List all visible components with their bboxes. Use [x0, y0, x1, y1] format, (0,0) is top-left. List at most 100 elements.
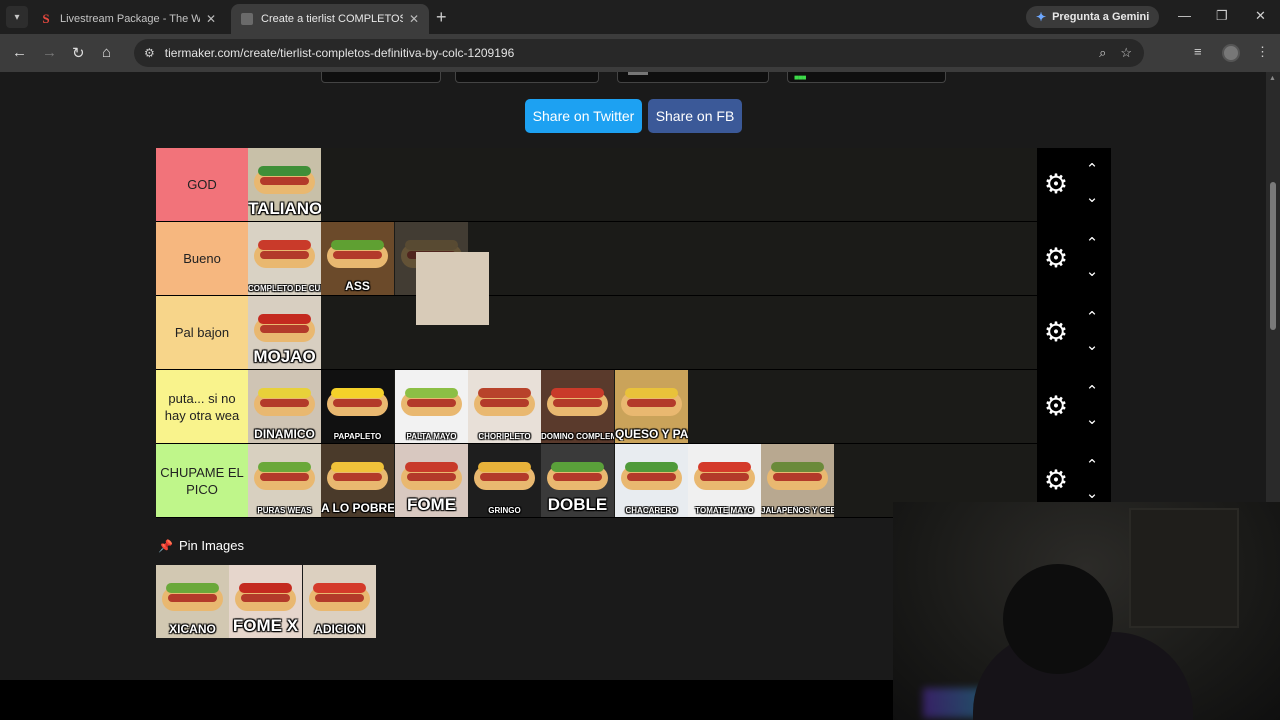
topping-shape — [551, 462, 604, 472]
gear-icon[interactable]: ⚙ — [1043, 393, 1069, 420]
tier-image-item[interactable]: PAPAPLETO — [321, 370, 394, 443]
tier-image-item[interactable]: PURAS WEAS — [248, 444, 321, 517]
site-info-icon[interactable]: ⚙ — [144, 46, 155, 60]
webcam-person-head — [1003, 564, 1113, 674]
tier-image-item[interactable]: DOBLE — [541, 444, 614, 517]
tier-items-dropzone[interactable]: MOJAO — [248, 296, 1037, 369]
tier-image-item[interactable]: DOMINO COMPLEMILLO — [541, 370, 614, 443]
gemini-sparkle-icon: ✦ — [1036, 10, 1047, 24]
chevron-up-icon[interactable]: ⌃ — [1084, 162, 1100, 177]
close-tab-icon[interactable]: ✕ — [206, 12, 216, 26]
tier-items-dropzone[interactable]: COMPLETO DE CUMPLEAÑOS ASS — [248, 222, 1037, 295]
option-button-stub[interactable]: ■■■ — [787, 72, 946, 83]
home-button[interactable]: ⌂ — [102, 44, 111, 61]
profile-avatar[interactable] — [1222, 44, 1240, 62]
tier-image-item[interactable]: DINAMICO — [248, 370, 321, 443]
share-facebook-button[interactable]: Share on FB — [648, 99, 742, 133]
topping-shape — [405, 388, 458, 398]
tier-image-item[interactable]: TALIANO — [248, 148, 321, 221]
tier-items-dropzone[interactable]: DINAMICO PAPAPLETO PALTA MAYO CHORIPLETO DOM… — [248, 370, 1037, 443]
gear-icon[interactable]: ⚙ — [1043, 467, 1069, 494]
gemini-button[interactable]: ✦ Pregunta a Gemini — [1026, 6, 1160, 28]
topping-shape — [331, 240, 384, 250]
chevron-up-icon[interactable]: ⌃ — [1084, 236, 1100, 251]
item-caption: ADICION — [314, 622, 365, 636]
topping-shape — [405, 240, 458, 250]
tier-image-item[interactable]: ADICION — [303, 565, 376, 638]
option-button-stub[interactable] — [455, 72, 599, 83]
tier-label[interactable]: GOD — [156, 148, 248, 221]
tier-image-item[interactable]: QUESO Y PALTA — [615, 370, 688, 443]
close-window-button[interactable]: ✕ — [1255, 8, 1266, 24]
maximize-button[interactable]: ❐ — [1216, 8, 1228, 24]
tier-image-item[interactable]: CHACARERO — [615, 444, 688, 517]
url-text[interactable]: tiermaker.com/create/tierlist-completos-… — [165, 46, 514, 60]
chevron-down-icon[interactable]: ⌄ — [1084, 190, 1100, 205]
option-button-stub[interactable] — [617, 72, 769, 83]
menu-kebab-icon[interactable]: ⋮ — [1256, 44, 1269, 60]
back-button[interactable]: ← — [12, 44, 27, 61]
tab-title: Livestream Package - The Warn — [60, 13, 200, 25]
tier-image-item[interactable]: XICANO — [156, 565, 229, 638]
chevron-up-icon[interactable]: ⌃ — [1084, 310, 1100, 325]
topping-shape — [258, 166, 311, 176]
tier-image-item[interactable]: COMPLETO DE CUMPLEAÑOS — [248, 222, 321, 295]
topping-shape — [478, 388, 531, 398]
tier-items-dropzone[interactable]: TALIANO — [248, 148, 1037, 221]
chevron-down-icon[interactable]: ⌄ — [1084, 486, 1100, 501]
pin-images-label: Pin Images — [178, 538, 244, 553]
item-caption: DINAMICO — [254, 427, 315, 441]
pin-images-toggle[interactable]: 📌 Pin Images — [158, 538, 244, 553]
tier-label[interactable]: Pal bajon — [156, 296, 248, 369]
new-tab-button[interactable]: + — [436, 7, 447, 28]
chevron-down-icon[interactable]: ⌄ — [1084, 412, 1100, 427]
chevron-down-icon[interactable]: ⌄ — [1084, 338, 1100, 353]
tab-search-button[interactable]: ▾ — [6, 6, 28, 28]
tier-label[interactable]: CHUPAME EL PICO — [156, 444, 248, 517]
media-queue-icon[interactable]: ≡ — [1194, 44, 1202, 59]
chevron-up-icon[interactable]: ⌃ — [1084, 384, 1100, 399]
topping-shape — [551, 388, 604, 398]
minimize-button[interactable]: — — [1178, 8, 1191, 23]
tier-image-item[interactable]: CHORIPLETO — [468, 370, 541, 443]
tier-image-item[interactable]: PALTA MAYO — [395, 370, 468, 443]
tab-tierlist-active[interactable]: Create a tierlist COMPLETOS de ✕ — [231, 4, 429, 34]
tier-image-item[interactable]: TOMATE MAYO — [688, 444, 761, 517]
tier-image-item[interactable]: ASS — [321, 222, 394, 295]
gear-icon[interactable]: ⚙ — [1043, 319, 1069, 346]
option-button-stub[interactable] — [321, 72, 441, 83]
reload-button[interactable]: ↻ — [72, 44, 85, 62]
topping-shape — [258, 388, 311, 398]
tier-image-item[interactable]: FOME X — [229, 565, 302, 638]
gear-icon[interactable]: ⚙ — [1043, 171, 1069, 198]
chevron-up-icon[interactable]: ⌃ — [1084, 458, 1100, 473]
tier-label[interactable]: Bueno — [156, 222, 248, 295]
tier-image-item[interactable]: FOME — [395, 444, 468, 517]
address-bar[interactable]: ⚙ tiermaker.com/create/tierlist-completo… — [134, 39, 1144, 67]
scroll-up-arrow-icon[interactable]: ▲ — [1269, 75, 1276, 82]
topping-shape — [258, 462, 311, 472]
zoom-icon[interactable]: ⌕ — [1099, 45, 1106, 61]
tier-image-item[interactable]: JALAPEÑOS Y CEBOLLA — [761, 444, 834, 517]
topping-shape — [239, 583, 292, 593]
tier-image-item[interactable]: A LO POBRE — [321, 444, 394, 517]
item-caption: PALTA MAYO — [406, 432, 457, 441]
tier-image-item[interactable]: MOJAO — [248, 296, 321, 369]
tab-livestream-package[interactable]: S Livestream Package - The Warn ✕ — [30, 4, 226, 34]
tab-favicon — [241, 13, 253, 25]
share-twitter-button[interactable]: Share on Twitter — [525, 99, 642, 133]
topping-shape — [166, 583, 219, 593]
dragging-image-item[interactable]: VENEZUELA — [416, 252, 489, 325]
item-caption: TALIANO — [248, 199, 321, 218]
chevron-down-icon[interactable]: ⌄ — [1084, 264, 1100, 279]
close-tab-icon[interactable]: ✕ — [409, 12, 419, 26]
forward-button[interactable]: → — [42, 44, 57, 61]
gear-icon[interactable]: ⚙ — [1043, 245, 1069, 272]
bookmark-star-icon[interactable]: ☆ — [1120, 45, 1132, 61]
scrollbar-thumb[interactable] — [1270, 182, 1276, 330]
tier-label[interactable]: puta... si no hay otra wea — [156, 370, 248, 443]
webcam-overlay — [893, 502, 1280, 720]
item-caption: FOME — [406, 495, 457, 514]
tier-image-item[interactable]: GRINGO — [468, 444, 541, 517]
topping-shape — [258, 240, 311, 250]
